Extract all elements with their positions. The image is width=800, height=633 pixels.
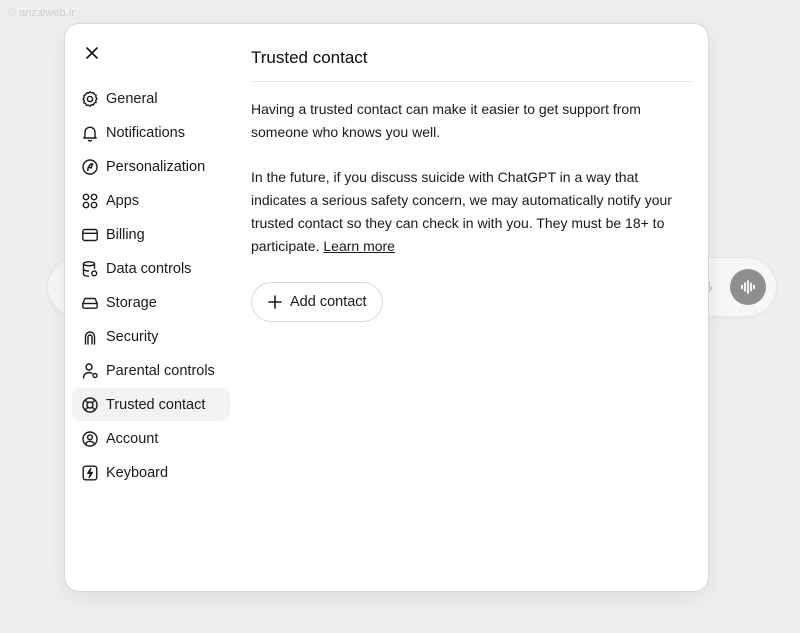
sidebar-item-label: Personalization xyxy=(106,158,206,175)
settings-modal: General Notifications Personalization Ap… xyxy=(65,24,708,591)
sidebar-item-security[interactable]: Security xyxy=(72,320,230,353)
learn-more-link[interactable]: Learn more xyxy=(323,238,395,254)
storage-icon xyxy=(81,294,99,312)
safety-paragraph: In the future, if you discuss suicide wi… xyxy=(251,166,693,258)
gear-icon xyxy=(81,90,99,108)
sidebar-item-storage[interactable]: Storage xyxy=(72,286,230,319)
personalization-icon xyxy=(81,158,99,176)
sidebar-item-label: Storage xyxy=(106,294,157,311)
sidebar-item-label: Trusted contact xyxy=(106,396,206,413)
sidebar-item-data-controls[interactable]: Data controls xyxy=(72,252,230,285)
add-contact-button[interactable]: Add contact xyxy=(251,282,383,322)
intro-paragraph: Having a trusted contact can make it eas… xyxy=(251,101,641,140)
sidebar-item-account[interactable]: Account xyxy=(72,422,230,455)
close-button[interactable] xyxy=(79,40,105,66)
sidebar-item-apps[interactable]: Apps xyxy=(72,184,230,217)
divider xyxy=(251,81,693,82)
sidebar-item-trusted-contact[interactable]: Trusted contact xyxy=(72,388,230,421)
voice-waveform-icon xyxy=(741,280,755,294)
sidebar-item-parental-controls[interactable]: Parental controls xyxy=(72,354,230,387)
settings-sidebar: General Notifications Personalization Ap… xyxy=(72,82,230,490)
sidebar-item-label: Data controls xyxy=(106,260,192,277)
sidebar-item-general[interactable]: General xyxy=(72,82,230,115)
account-icon xyxy=(81,430,99,448)
sidebar-item-label: Parental controls xyxy=(106,362,215,379)
sidebar-item-label: Keyboard xyxy=(106,464,169,481)
sidebar-item-personalization[interactable]: Personalization xyxy=(72,150,230,183)
page-title: Trusted contact xyxy=(251,48,368,67)
keyboard-icon xyxy=(81,464,99,482)
apps-icon xyxy=(81,192,99,210)
lifebuoy-icon xyxy=(81,396,99,414)
sidebar-item-label: General xyxy=(106,90,158,107)
sidebar-item-billing[interactable]: Billing xyxy=(72,218,230,251)
security-icon xyxy=(81,328,99,346)
bell-icon xyxy=(81,124,99,142)
database-icon xyxy=(81,260,99,278)
sidebar-item-label: Account xyxy=(106,430,159,447)
sidebar-item-label: Billing xyxy=(106,226,145,243)
safety-text: In the future, if you discuss suicide wi… xyxy=(251,169,672,254)
sidebar-item-label: Notifications xyxy=(106,124,185,141)
add-contact-label: Add contact xyxy=(290,294,367,310)
sidebar-item-label: Security xyxy=(106,328,159,345)
app-screen: © anzalweb.ir General Notifications Pers… xyxy=(0,0,800,633)
trusted-contact-panel: Trusted contact Having a trusted contact… xyxy=(251,48,693,322)
voice-mode-button[interactable] xyxy=(730,269,766,305)
credit-card-icon xyxy=(81,226,99,244)
close-icon xyxy=(86,47,98,59)
parental-icon xyxy=(81,362,99,380)
sidebar-item-notifications[interactable]: Notifications xyxy=(72,116,230,149)
sidebar-item-keyboard[interactable]: Keyboard xyxy=(72,456,230,489)
sidebar-item-label: Apps xyxy=(106,192,140,209)
plus-icon xyxy=(267,294,283,310)
watermark: © anzalweb.ir xyxy=(8,7,75,19)
